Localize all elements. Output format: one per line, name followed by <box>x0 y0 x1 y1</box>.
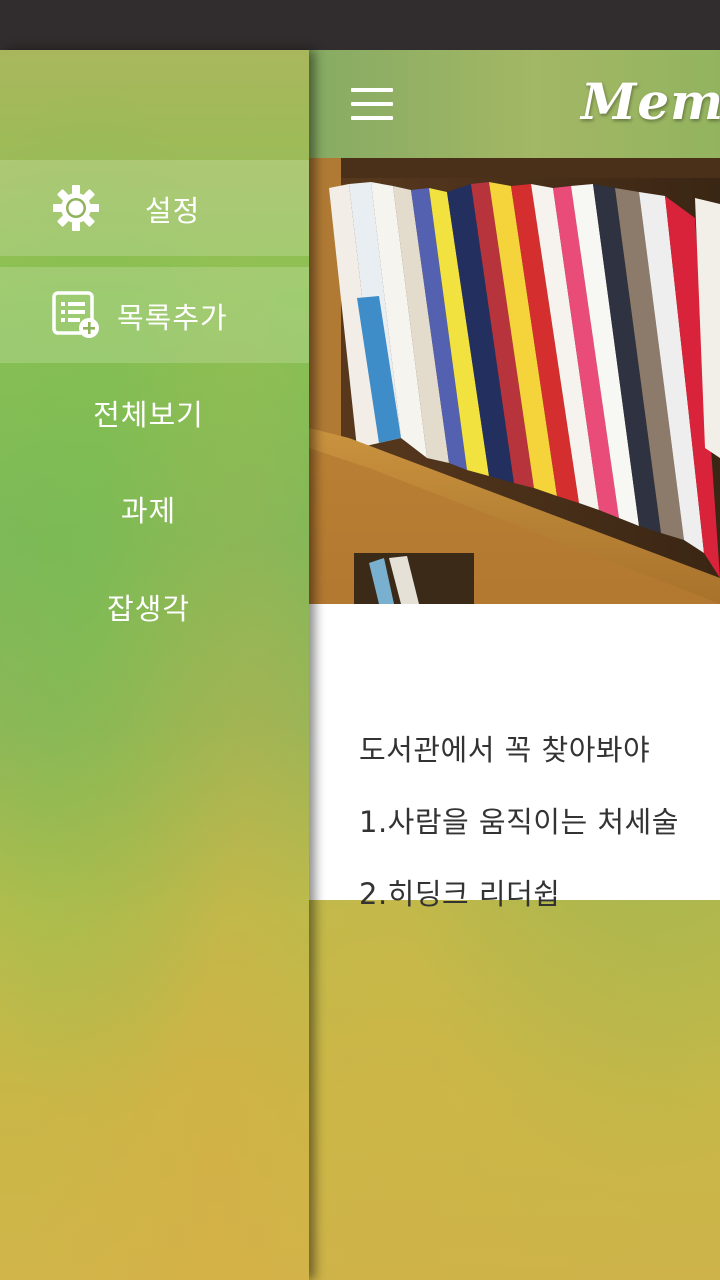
status-bar <box>0 0 720 50</box>
bookshelf-illustration <box>309 158 720 604</box>
hamburger-menu-icon[interactable] <box>351 86 393 122</box>
memo-line-3: 2.히딩크 리더쉽 <box>359 877 561 911</box>
list-add-icon <box>52 291 99 338</box>
bookshelf-photo <box>309 158 720 604</box>
nav-label-tasks: 과제 <box>120 494 177 528</box>
memo-line-2: 1.사람을 움직이는 처세술 <box>359 805 679 839</box>
drawer-item-add-list[interactable]: 목록추가 <box>0 267 309 363</box>
add-list-label: 목록추가 <box>117 301 228 335</box>
settings-label: 설정 <box>145 194 201 228</box>
gear-icon <box>53 185 99 231</box>
app-title: Memgr <box>581 72 720 131</box>
drawer-item-tasks[interactable]: 과제 <box>0 460 309 556</box>
drawer-item-all[interactable]: 전체보기 <box>0 364 309 460</box>
memo-line-1: 도서관에서 꼭 찾아봐야 <box>359 733 651 767</box>
nav-label-thoughts: 잡생각 <box>106 592 191 626</box>
nav-label-all: 전체보기 <box>93 398 204 432</box>
memo-card[interactable]: 도서관에서 꼭 찾아봐야 1.사람을 움직이는 처세술 2.히딩크 리더쉽 <box>309 604 720 911</box>
app-bar: Memgr <box>309 50 720 158</box>
main-panel: Memgr <box>309 50 720 1280</box>
drawer-item-thoughts[interactable]: 잡생각 <box>0 558 309 654</box>
drawer-item-settings[interactable]: 설정 <box>0 160 309 256</box>
navigation-drawer: 설정 목록추가 전체보기 과제 잡생각 <box>0 50 309 1280</box>
